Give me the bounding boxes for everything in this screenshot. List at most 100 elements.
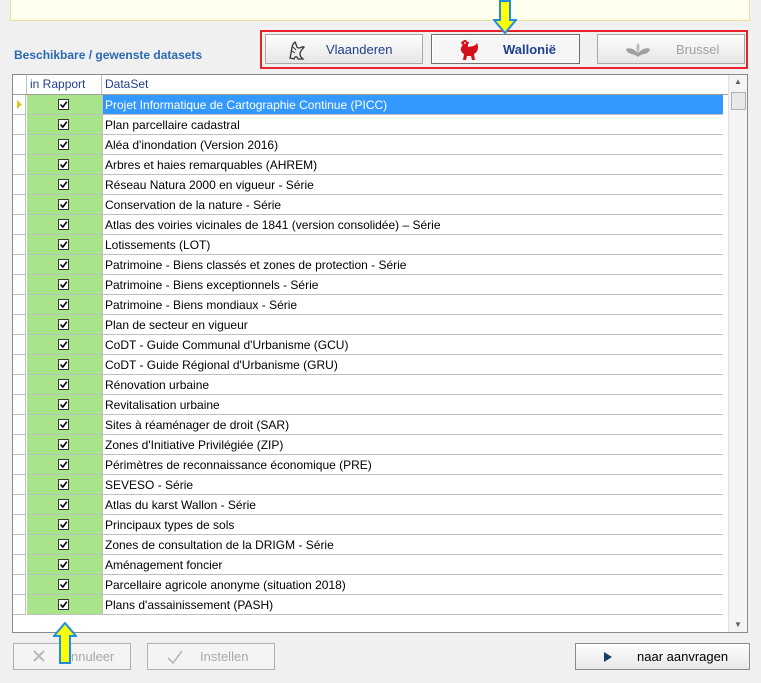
row-indicator[interactable] <box>13 195 26 215</box>
table-row[interactable]: Aménagement foncier <box>13 555 729 575</box>
in-rapport-checkbox[interactable] <box>58 299 69 310</box>
table-row[interactable]: Projet Informatique de Cartographie Cont… <box>13 95 729 115</box>
dataset-name-cell[interactable]: Aléa d'inondation (Version 2016) <box>103 135 723 155</box>
column-header-dataset[interactable]: DataSet <box>103 75 723 94</box>
scroll-up-icon[interactable]: ▲ <box>729 75 747 89</box>
dataset-name-cell[interactable]: Revitalisation urbaine <box>103 395 723 415</box>
in-rapport-checkbox[interactable] <box>58 279 69 290</box>
row-indicator[interactable] <box>13 95 26 115</box>
table-row[interactable]: Patrimoine - Biens exceptionnels - Série <box>13 275 729 295</box>
table-row[interactable]: Plan de secteur en vigueur <box>13 315 729 335</box>
table-row[interactable]: Parcellaire agricole anonyme (situation … <box>13 575 729 595</box>
row-indicator[interactable] <box>13 335 26 355</box>
in-rapport-cell[interactable] <box>27 255 103 275</box>
in-rapport-checkbox[interactable] <box>58 559 69 570</box>
row-indicator[interactable] <box>13 255 26 275</box>
in-rapport-checkbox[interactable] <box>58 119 69 130</box>
row-indicator[interactable] <box>13 275 26 295</box>
in-rapport-cell[interactable] <box>27 295 103 315</box>
row-indicator[interactable] <box>13 235 26 255</box>
table-row[interactable]: Zones de consultation de la DRIGM - Séri… <box>13 535 729 555</box>
dataset-name-cell[interactable]: CoDT - Guide Régional d'Urbanisme (GRU) <box>103 355 723 375</box>
in-rapport-cell[interactable] <box>27 355 103 375</box>
dataset-name-cell[interactable]: Plans d'assainissement (PASH) <box>103 595 723 615</box>
region-button-brussel[interactable]: Brussel <box>597 34 745 64</box>
dataset-name-cell[interactable]: Atlas des voiries vicinales de 1841 (ver… <box>103 215 723 235</box>
dataset-name-cell[interactable]: Sites à réaménager de droit (SAR) <box>103 415 723 435</box>
in-rapport-cell[interactable] <box>27 135 103 155</box>
row-indicator[interactable] <box>13 455 26 475</box>
in-rapport-checkbox[interactable] <box>58 479 69 490</box>
dataset-name-cell[interactable]: Patrimoine - Biens classés et zones de p… <box>103 255 723 275</box>
in-rapport-cell[interactable] <box>27 595 103 615</box>
dataset-name-cell[interactable]: Atlas du karst Wallon - Série <box>103 495 723 515</box>
in-rapport-checkbox[interactable] <box>58 159 69 170</box>
dataset-name-cell[interactable]: SEVESO - Série <box>103 475 723 495</box>
row-indicator[interactable] <box>13 155 26 175</box>
in-rapport-cell[interactable] <box>27 475 103 495</box>
in-rapport-cell[interactable] <box>27 395 103 415</box>
in-rapport-checkbox[interactable] <box>58 319 69 330</box>
table-row[interactable]: Plans d'assainissement (PASH) <box>13 595 729 615</box>
in-rapport-cell[interactable] <box>27 275 103 295</box>
in-rapport-cell[interactable] <box>27 235 103 255</box>
dataset-name-cell[interactable]: Principaux types de sols <box>103 515 723 535</box>
table-row[interactable]: Réseau Natura 2000 en vigueur - Série <box>13 175 729 195</box>
column-header-in-rapport[interactable]: in Rapport <box>27 75 102 94</box>
dataset-name-cell[interactable]: Arbres et haies remarquables (AHREM) <box>103 155 723 175</box>
table-row[interactable]: Patrimoine - Biens mondiaux - Série <box>13 295 729 315</box>
in-rapport-checkbox[interactable] <box>58 579 69 590</box>
in-rapport-checkbox[interactable] <box>58 399 69 410</box>
in-rapport-checkbox[interactable] <box>58 439 69 450</box>
row-indicator[interactable] <box>13 555 26 575</box>
in-rapport-cell[interactable] <box>27 335 103 355</box>
table-row[interactable]: CoDT - Guide Communal d'Urbanisme (GCU) <box>13 335 729 355</box>
row-indicator[interactable] <box>13 295 26 315</box>
in-rapport-cell[interactable] <box>27 575 103 595</box>
table-row[interactable]: Revitalisation urbaine <box>13 395 729 415</box>
vertical-scrollbar[interactable]: ▲ ▼ <box>728 75 747 632</box>
in-rapport-checkbox[interactable] <box>58 599 69 610</box>
in-rapport-checkbox[interactable] <box>58 359 69 370</box>
table-row[interactable]: CoDT - Guide Régional d'Urbanisme (GRU) <box>13 355 729 375</box>
in-rapport-checkbox[interactable] <box>58 419 69 430</box>
dataset-name-cell[interactable]: CoDT - Guide Communal d'Urbanisme (GCU) <box>103 335 723 355</box>
dataset-name-cell[interactable]: Réseau Natura 2000 en vigueur - Série <box>103 175 723 195</box>
table-row[interactable]: SEVESO - Série <box>13 475 729 495</box>
in-rapport-cell[interactable] <box>27 115 103 135</box>
dataset-name-cell[interactable]: Projet Informatique de Cartographie Cont… <box>103 95 723 115</box>
in-rapport-checkbox[interactable] <box>58 259 69 270</box>
row-indicator[interactable] <box>13 215 26 235</box>
naar-aanvragen-button[interactable]: naar aanvragen <box>575 643 750 670</box>
table-row[interactable]: Sites à réaménager de droit (SAR) <box>13 415 729 435</box>
dataset-grid[interactable]: in Rapport DataSet Projet Informatique d… <box>12 74 748 633</box>
in-rapport-cell[interactable] <box>27 415 103 435</box>
in-rapport-cell[interactable] <box>27 515 103 535</box>
in-rapport-checkbox[interactable] <box>58 379 69 390</box>
in-rapport-cell[interactable] <box>27 315 103 335</box>
row-indicator[interactable] <box>13 395 26 415</box>
table-row[interactable]: Rénovation urbaine <box>13 375 729 395</box>
dataset-name-cell[interactable]: Parcellaire agricole anonyme (situation … <box>103 575 723 595</box>
table-row[interactable]: Aléa d'inondation (Version 2016) <box>13 135 729 155</box>
row-indicator[interactable] <box>13 415 26 435</box>
table-row[interactable]: Atlas des voiries vicinales de 1841 (ver… <box>13 215 729 235</box>
row-indicator[interactable] <box>13 115 26 135</box>
row-indicator[interactable] <box>13 535 26 555</box>
in-rapport-cell[interactable] <box>27 155 103 175</box>
in-rapport-checkbox[interactable] <box>58 339 69 350</box>
in-rapport-checkbox[interactable] <box>58 539 69 550</box>
in-rapport-cell[interactable] <box>27 555 103 575</box>
dataset-name-cell[interactable]: Patrimoine - Biens exceptionnels - Série <box>103 275 723 295</box>
dataset-name-cell[interactable]: Aménagement foncier <box>103 555 723 575</box>
in-rapport-cell[interactable] <box>27 495 103 515</box>
region-button-vlaanderen[interactable]: Vlaanderen <box>265 34 423 64</box>
row-indicator[interactable] <box>13 135 26 155</box>
row-indicator[interactable] <box>13 435 26 455</box>
row-indicator[interactable] <box>13 315 26 335</box>
dataset-name-cell[interactable]: Lotissements (LOT) <box>103 235 723 255</box>
dataset-name-cell[interactable]: Périmètres de reconnaissance économique … <box>103 455 723 475</box>
in-rapport-checkbox[interactable] <box>58 499 69 510</box>
row-indicator[interactable] <box>13 355 26 375</box>
row-indicator[interactable] <box>13 595 26 615</box>
